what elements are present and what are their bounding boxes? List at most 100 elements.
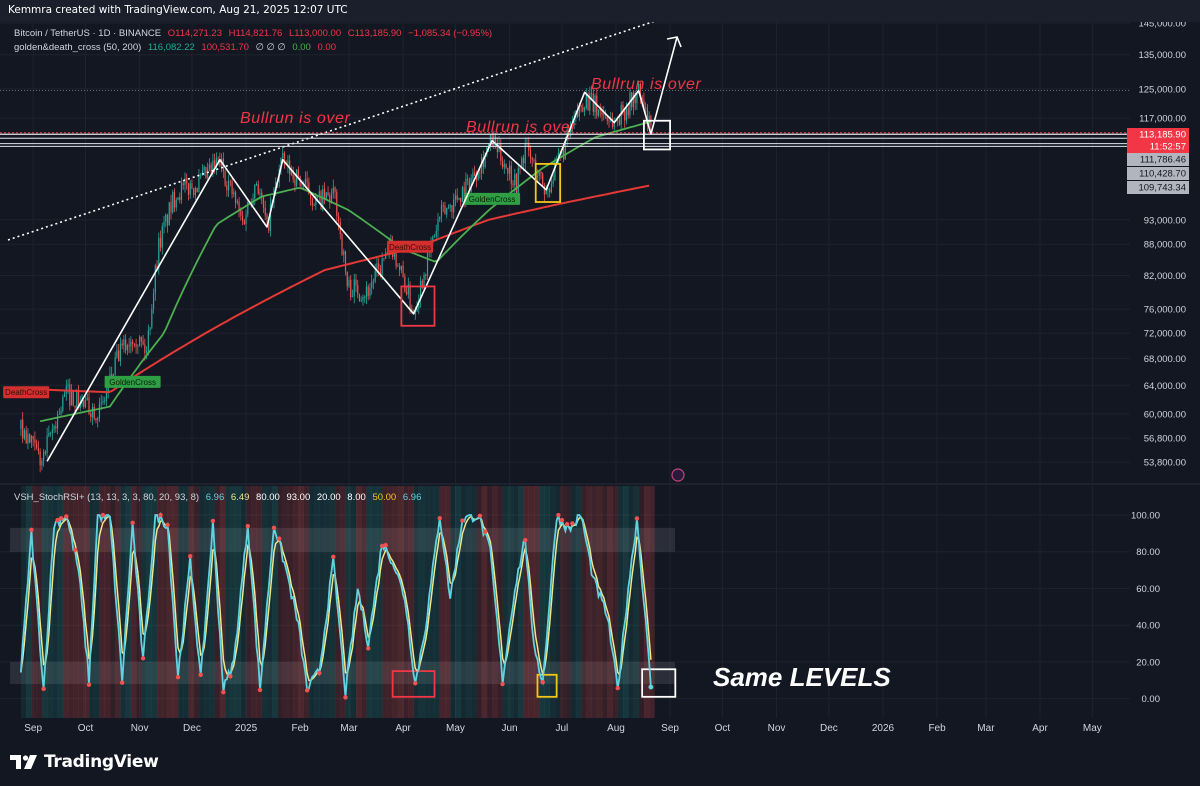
candle-body bbox=[592, 93, 594, 112]
candle-body bbox=[135, 344, 137, 347]
candle-body bbox=[114, 357, 116, 375]
candle-body bbox=[456, 195, 458, 200]
candle-body bbox=[41, 460, 43, 466]
candle-body bbox=[23, 430, 26, 439]
candle-body bbox=[582, 106, 584, 112]
candle-body bbox=[580, 104, 582, 107]
stoch-turn-dot bbox=[140, 656, 146, 661]
candle-body bbox=[25, 430, 27, 444]
candle-body bbox=[233, 192, 235, 195]
stoch-turn-dot bbox=[64, 514, 69, 519]
stoch-turn-dot bbox=[130, 520, 135, 526]
candle-body bbox=[442, 205, 444, 207]
time-tick-label: Oct bbox=[78, 723, 94, 734]
candle-body bbox=[404, 276, 406, 293]
candle-body bbox=[229, 181, 231, 183]
stoch-turn-dot bbox=[245, 523, 250, 529]
candle-body bbox=[34, 439, 36, 443]
price-tick-label: 125,000.00 bbox=[1138, 84, 1186, 95]
candle-body bbox=[149, 327, 151, 331]
candle-body bbox=[20, 419, 22, 429]
candle-body bbox=[158, 237, 160, 269]
osc-shade-column bbox=[591, 486, 598, 718]
time-axis[interactable]: Sep Oct Nov Dec 2025 Feb Mar Apr May Jun Jul Aug Sep… bbox=[24, 723, 1102, 734]
candle-body bbox=[531, 157, 533, 160]
tradingview-logo[interactable]: TradingView bbox=[10, 752, 159, 772]
candle-body bbox=[549, 189, 551, 193]
candle-body bbox=[446, 207, 448, 215]
candle-body bbox=[311, 199, 313, 206]
candle-body bbox=[152, 293, 155, 309]
osc-shade-column bbox=[298, 486, 304, 718]
candle-body bbox=[372, 281, 375, 283]
stoch-turn-dot bbox=[58, 516, 64, 521]
candle-body bbox=[589, 93, 591, 111]
stoch-turn-dot bbox=[317, 670, 322, 676]
candle-body bbox=[306, 178, 308, 183]
osc-shade-column bbox=[198, 486, 205, 718]
candle-body bbox=[515, 174, 518, 194]
candle-body bbox=[522, 158, 525, 164]
time-tick-label: May bbox=[1083, 723, 1102, 734]
candle-body bbox=[350, 279, 352, 298]
candle-body bbox=[629, 92, 631, 116]
candle-body bbox=[238, 201, 240, 210]
stoch-turn-dot bbox=[634, 516, 640, 521]
candle-body bbox=[245, 214, 247, 225]
candle-body bbox=[627, 108, 629, 116]
candle-body bbox=[348, 279, 350, 287]
candle-body bbox=[43, 451, 45, 461]
stoch-turn-dot bbox=[523, 537, 528, 543]
symbol-legend[interactable]: Bitcoin / TetherUS · 1D · BINANCE O114,2… bbox=[14, 28, 492, 39]
candle-body bbox=[294, 179, 296, 186]
stoch-turn-dot bbox=[564, 522, 570, 527]
candle-body bbox=[100, 402, 102, 404]
candle-body bbox=[437, 219, 439, 231]
indicator-legend[interactable]: golden&death_cross (50, 200) 116,082.22 … bbox=[14, 42, 336, 53]
candle-body bbox=[226, 185, 228, 191]
price-tick-label: 56,800.00 bbox=[1144, 434, 1186, 445]
candle-body bbox=[74, 405, 76, 408]
candle-body bbox=[98, 403, 101, 419]
candle-body bbox=[67, 384, 69, 387]
stoch-turn-dot bbox=[413, 681, 418, 686]
candle-body bbox=[451, 205, 453, 213]
candle-body bbox=[44, 451, 46, 454]
candle-body bbox=[425, 274, 427, 276]
candle-body bbox=[86, 397, 88, 400]
moving-averages: GoldenCross GoldenCross DeathCross DeathCro… bbox=[3, 120, 652, 423]
candle-body bbox=[440, 205, 443, 217]
osc-shade-column bbox=[314, 486, 320, 718]
stoch-turn-dot bbox=[228, 674, 233, 679]
time-tick-label: Jul bbox=[555, 723, 568, 734]
osc-shade-column bbox=[596, 486, 603, 718]
osc-shade-column bbox=[125, 486, 132, 718]
candle-body bbox=[30, 436, 33, 443]
candle-body bbox=[159, 237, 162, 248]
candle-body bbox=[177, 197, 179, 201]
stoch-turn-dot bbox=[559, 517, 565, 523]
candle-body bbox=[95, 418, 97, 421]
candle-body bbox=[501, 161, 504, 168]
time-tick-label: Apr bbox=[395, 723, 411, 734]
candle-body bbox=[58, 414, 60, 415]
candle-body bbox=[116, 350, 118, 358]
stoch-turn-dot bbox=[383, 542, 388, 548]
candle-body bbox=[154, 265, 156, 294]
price-labels: 113,185.9011:52:57 111,786.46 110,428.70 10… bbox=[1127, 128, 1189, 194]
time-tick-label: May bbox=[446, 723, 465, 734]
oscillator-axis[interactable]: 100.00 80.00 60.00 40.00 20.00 0.00 bbox=[1131, 511, 1160, 706]
osc-shade-column bbox=[408, 486, 414, 718]
candle-body bbox=[301, 184, 303, 186]
oscillator-legend[interactable]: VSH_StochRSI+ (13, 13, 3, 3, 80, 20, 93,… bbox=[14, 492, 421, 503]
candle-body bbox=[536, 175, 539, 178]
stoch-turn-dot bbox=[175, 675, 181, 680]
candle-body bbox=[257, 183, 259, 194]
candle-body bbox=[357, 285, 359, 295]
indicator-value-4: 0.00 bbox=[317, 42, 336, 53]
candle-body bbox=[76, 390, 78, 408]
price-axis[interactable]: 145,000.00135,000.00125,000.00117,000.00… bbox=[1138, 19, 1186, 469]
candle-body bbox=[133, 344, 135, 345]
candle-body bbox=[142, 340, 144, 345]
indicator-title: golden&death_cross (50, 200) bbox=[14, 42, 142, 53]
